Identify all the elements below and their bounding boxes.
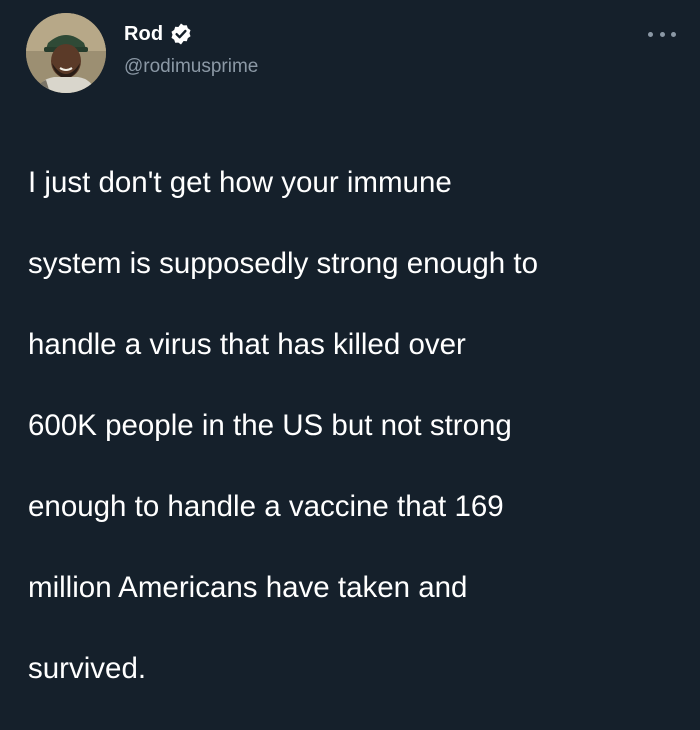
- dot-icon: [648, 31, 653, 37]
- dot-icon: [659, 31, 665, 37]
- verified-badge-icon: [169, 22, 193, 46]
- tweet-text-line: survived.: [28, 651, 147, 685]
- tweet-text: I just don't get how your immune system …: [28, 122, 678, 730]
- tweet-text-line: million Americans have taken and: [28, 570, 468, 604]
- display-name[interactable]: Rod: [124, 23, 163, 46]
- tweet-card: Rod @rodimusprime I just don't get how y…: [0, 0, 700, 685]
- tweet-text-line: handle a virus that has killed over: [28, 327, 466, 361]
- more-options-icon[interactable]: [648, 26, 676, 42]
- user-handle[interactable]: @rodimusprime: [124, 56, 258, 78]
- avatar[interactable]: [26, 13, 106, 93]
- author-name-row[interactable]: Rod: [124, 22, 193, 46]
- tweet-text-line: I just don't get how your immune: [28, 165, 452, 199]
- dot-icon: [671, 31, 676, 37]
- avatar-image: [26, 13, 106, 93]
- tweet-text-line: 600K people in the US but not strong: [28, 408, 512, 442]
- tweet-text-line: enough to handle a vaccine that 169: [28, 489, 504, 523]
- tweet-text-line: system is supposedly strong enough to: [28, 246, 538, 280]
